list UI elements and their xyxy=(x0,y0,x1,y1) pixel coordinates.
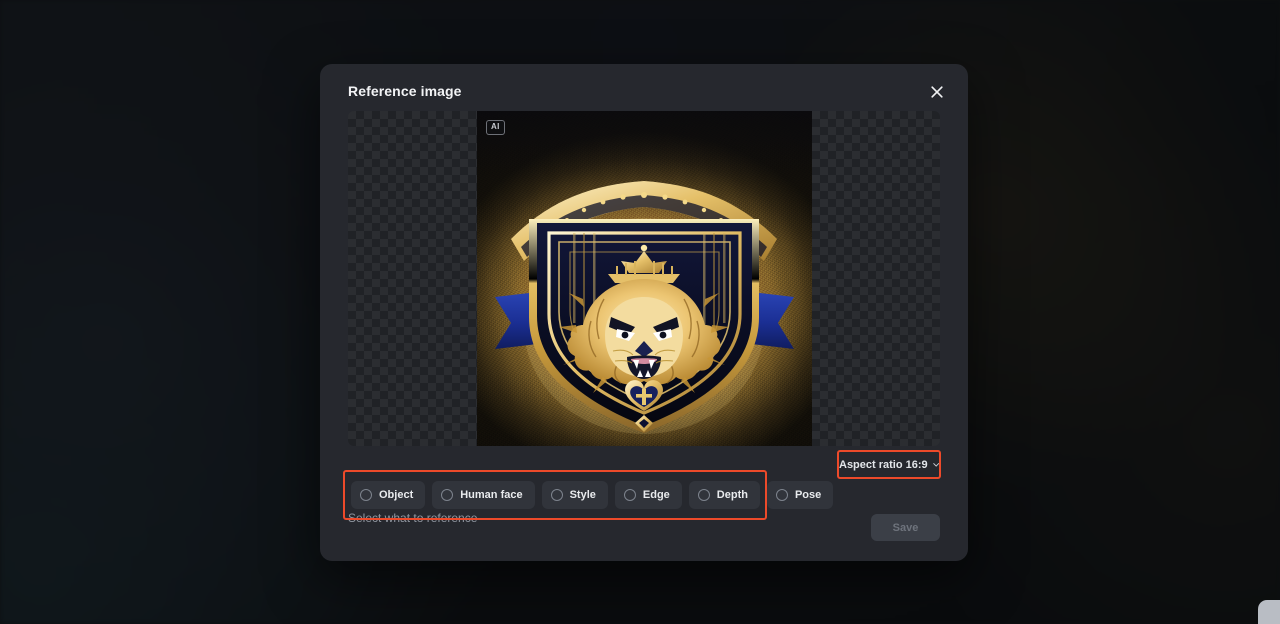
ai-badge: AI xyxy=(486,120,505,135)
radio-icon xyxy=(623,489,636,501)
reference-image-preview[interactable]: AI xyxy=(477,111,812,446)
reference-option-label: Object xyxy=(379,489,414,501)
radio-icon xyxy=(550,489,563,501)
reference-option-depth[interactable]: Depth xyxy=(688,481,760,509)
reference-option-style[interactable]: Style xyxy=(541,481,608,509)
reference-option-label: Edge xyxy=(642,489,670,501)
save-button[interactable]: Save xyxy=(871,514,940,541)
corner-panel-nub xyxy=(1258,600,1280,624)
aspect-ratio-label: Aspect ratio 16:9 xyxy=(839,458,928,471)
reference-option-label: Human face xyxy=(460,489,523,501)
dialog-header: Reference image xyxy=(320,64,968,112)
radio-icon xyxy=(360,489,372,501)
radio-icon xyxy=(697,489,710,501)
aspect-ratio-dropdown[interactable]: Aspect ratio 16:9 xyxy=(837,450,941,479)
reference-image-canvas[interactable]: AI xyxy=(348,111,940,446)
radio-icon xyxy=(775,489,788,501)
reference-image-dialog: Reference image AI Select what to refere… xyxy=(320,64,968,561)
close-icon[interactable] xyxy=(927,82,947,102)
reference-option-label: Style xyxy=(569,489,596,501)
reference-option-label: Pose xyxy=(794,489,822,501)
reference-options-group: Object Human face Style Edge Depth Pose xyxy=(343,470,834,520)
reference-option-object[interactable]: Object xyxy=(351,481,426,509)
page-title: Reference image xyxy=(348,83,462,99)
reference-option-label: Depth xyxy=(716,489,748,501)
radio-icon xyxy=(441,489,454,501)
reference-option-pose[interactable]: Pose xyxy=(766,481,834,509)
reference-option-edge[interactable]: Edge xyxy=(614,481,682,509)
shield-crest-emblem xyxy=(495,181,794,434)
reference-option-human-face[interactable]: Human face xyxy=(432,481,535,509)
chevron-down-icon xyxy=(932,462,939,467)
